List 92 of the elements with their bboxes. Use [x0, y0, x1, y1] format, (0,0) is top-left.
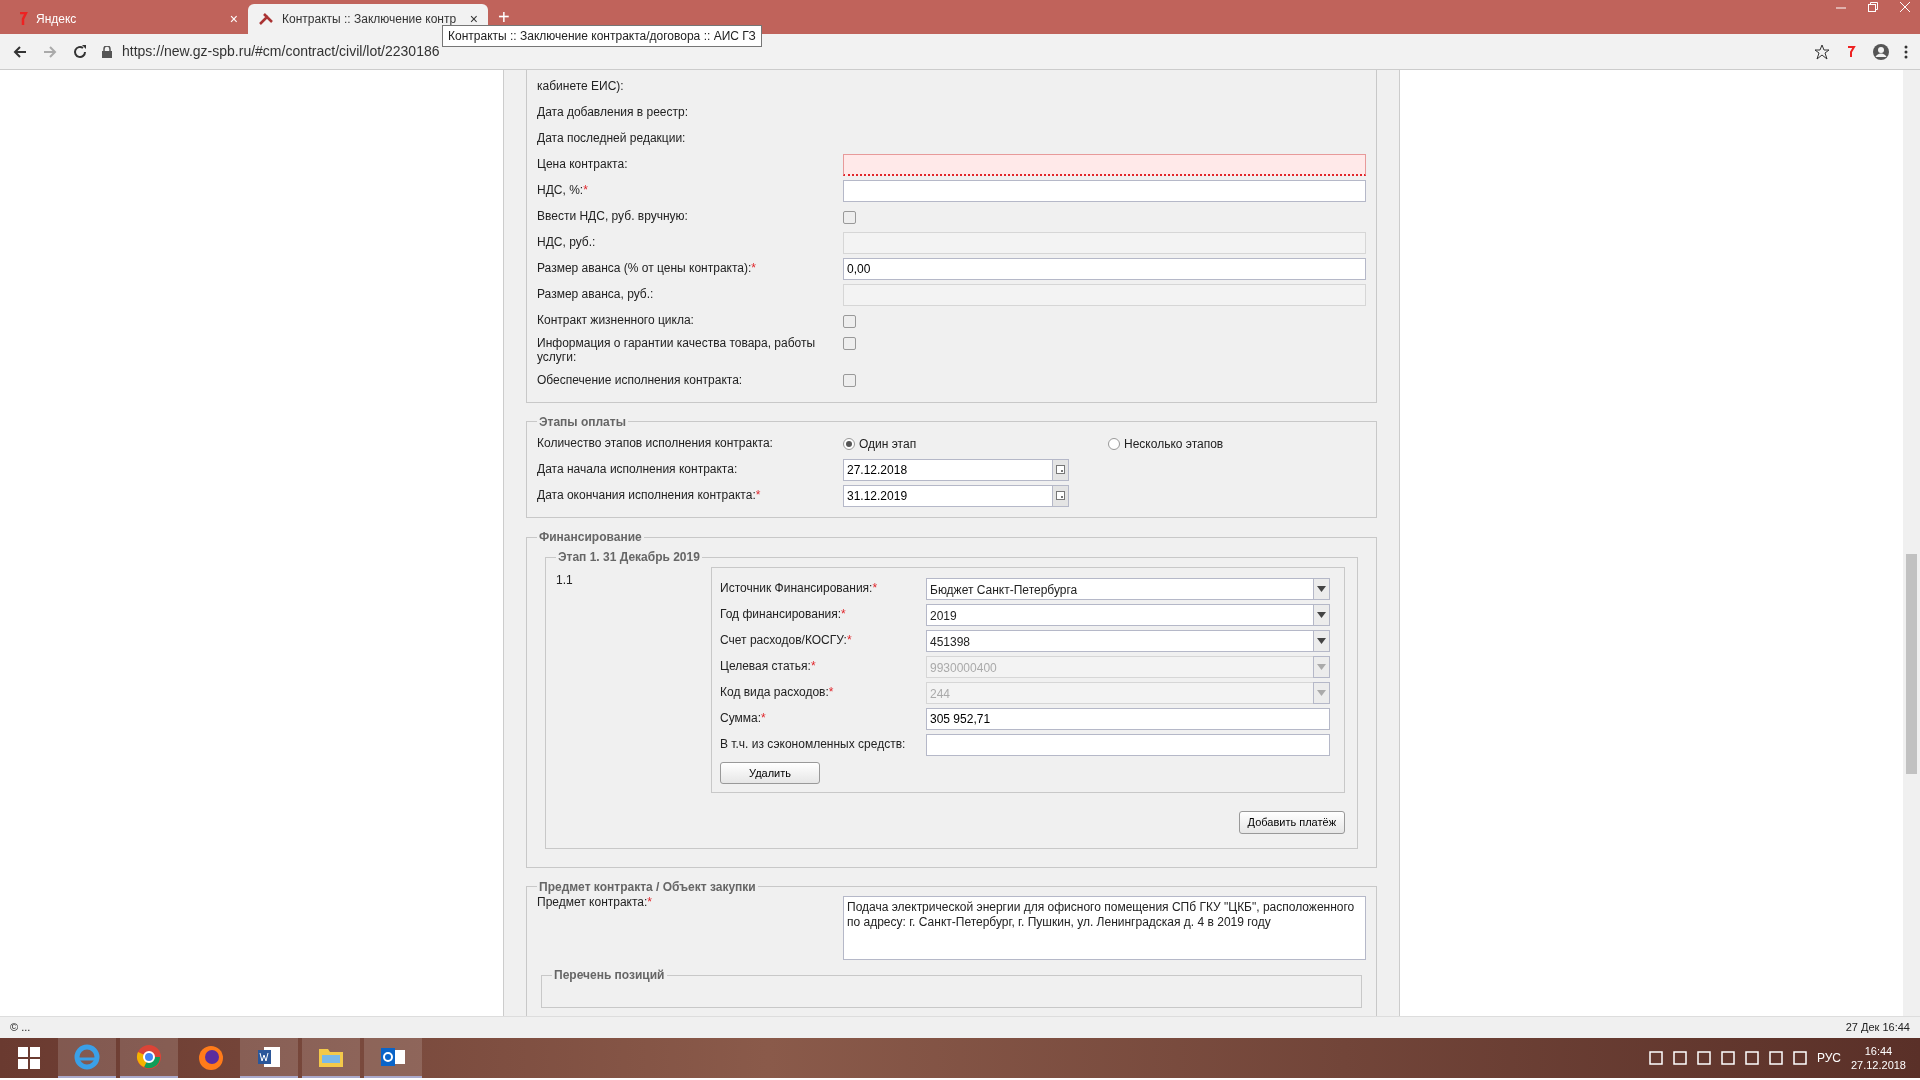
required-marker: * [583, 183, 588, 198]
field-label: В т.ч. из сэкономленных средств: [720, 736, 906, 751]
radio-label[interactable]: Один этап [859, 435, 917, 453]
scrollbar[interactable] [1903, 70, 1920, 1016]
section-legend: Этапы оплаты [537, 414, 628, 429]
checkbox[interactable] [843, 210, 856, 224]
required-marker: * [872, 580, 878, 595]
required-marker: * [841, 606, 846, 621]
logo-icon [18, 12, 28, 26]
input-field[interactable] [843, 154, 1366, 176]
input-field[interactable] [843, 180, 1366, 202]
field-label: Дата начала исполнения контракта: [537, 462, 738, 477]
delete-button[interactable]: Удалить [720, 761, 820, 785]
add-payment-button[interactable]: Добавить платёж [1238, 811, 1345, 834]
radio-button[interactable] [1108, 438, 1120, 450]
caret-icon [1313, 655, 1330, 678]
document-icon[interactable] [240, 1038, 298, 1078]
field-label: Год финансирования: [720, 606, 842, 621]
required-marker: * [647, 895, 653, 910]
radio-button[interactable] [843, 438, 855, 450]
field-label: Предмет контракта: [537, 895, 648, 910]
caret-icon [1313, 681, 1330, 704]
browser-icon[interactable] [120, 1038, 178, 1078]
field-label: кабинете ЕИС): [537, 79, 624, 94]
date-field[interactable]: 27.12.2018 [843, 459, 1053, 481]
star-icon[interactable] [1814, 43, 1830, 60]
calendar-icon[interactable] [1053, 485, 1069, 507]
tray-icon[interactable] [1672, 1051, 1687, 1065]
tray-icon[interactable] [1696, 1051, 1711, 1065]
language-indicator[interactable]: РУС [1816, 1049, 1841, 1067]
required-marker: * [761, 710, 766, 725]
status-text: © ... [10, 1020, 31, 1036]
account-icon[interactable] [1872, 42, 1890, 61]
field-label: Дата окончания исполнения контракта: [537, 488, 756, 503]
clock-date: 27.12.2018 [1850, 1058, 1906, 1073]
stage-number: 1.1 [556, 571, 574, 589]
date-field[interactable]: 31.12.2019 [843, 485, 1053, 507]
field-label: НДС, руб.: [537, 235, 596, 250]
status-date: 27 Дек 16:44 [1845, 1020, 1910, 1036]
field-label: Источник Финансирования: [720, 580, 873, 595]
close-window-icon[interactable] [1900, 2, 1910, 12]
field-label: Контракт жизненного цикла: [537, 313, 694, 328]
input-field[interactable] [926, 733, 1330, 756]
field-label: Размер аванса (% от цены контракта): [537, 261, 752, 276]
input-field[interactable]: 0,00 [843, 258, 1366, 280]
address-bar[interactable]: https://new.gz-spb.ru/#cm/contract/civil/lot/2230186 [122, 41, 440, 62]
required-marker: * [828, 684, 834, 699]
section-legend: Финансирование [537, 530, 644, 545]
field-label: Счет расходов/КОСГУ: [720, 632, 847, 647]
radio-label[interactable]: Несколько этапов [1124, 435, 1224, 453]
required-marker: * [751, 261, 756, 276]
mail-icon[interactable] [364, 1038, 422, 1078]
required-marker: * [810, 658, 816, 673]
required-marker: * [755, 488, 761, 503]
close-icon[interactable]: × [229, 8, 238, 30]
field-label: НДС, %: [537, 183, 584, 198]
input-field[interactable]: 305 952,71 [926, 707, 1330, 730]
field-label: Цена контракта: [537, 157, 628, 172]
restore-icon[interactable] [1868, 2, 1878, 12]
field-label: Обеспечение исполнения контракта: [537, 372, 743, 387]
reload-icon[interactable] [72, 43, 88, 60]
field-label: Ввести НДС, руб. вручную: [537, 209, 688, 224]
folder-icon[interactable] [302, 1038, 360, 1078]
required-marker: * [846, 632, 852, 647]
checkbox[interactable] [843, 337, 856, 350]
field-label: Дата последней редакции: [537, 131, 686, 146]
clock-time: 16:44 [1863, 1043, 1894, 1058]
field-label: Информация о гарантии качества товара, работы услуги: [537, 336, 816, 364]
tray-icon[interactable] [1768, 1051, 1783, 1065]
section-legend: Предмет контракта / Объект закупки [537, 879, 758, 895]
field-label: Сумма: [720, 710, 762, 725]
tray-icon[interactable] [1648, 1051, 1663, 1065]
lock-icon [102, 45, 112, 58]
browser-tab[interactable]: Яндекс × [8, 4, 248, 34]
caret-icon [1313, 577, 1330, 600]
tooltip: Контракты :: Заключение контракта/договора :: АИС ГЗ [442, 25, 762, 47]
field-label: Количество этапов исполнения контракта: [537, 436, 773, 451]
field-label: Дата добавления в реестр: [537, 105, 689, 120]
back-icon[interactable] [12, 43, 28, 60]
checkbox[interactable] [843, 314, 856, 328]
stage-legend: Этап 1. 31 Декабрь 2019 [556, 550, 702, 565]
field-label: Код вида расходов: [720, 684, 829, 699]
tools-icon [258, 12, 274, 26]
caret-icon [1313, 629, 1330, 652]
field-label: Целевая статья: [720, 658, 811, 673]
calendar-icon[interactable] [1053, 459, 1069, 481]
section-legend: Перечень позиций [552, 968, 667, 983]
caret-icon [1313, 603, 1330, 626]
checkbox[interactable] [843, 374, 856, 388]
field-label: Размер аванса, руб.: [537, 287, 654, 302]
text-area[interactable]: Подача электрической энергии для офисного помещения СПб ГКУ "ЦКБ", расположенного по адресу: г. Санкт-Петербург, г. Пушкин, ул. Ленинградская д. 4 в 2019 году [843, 896, 1366, 961]
menu-icon[interactable] [1904, 44, 1908, 59]
